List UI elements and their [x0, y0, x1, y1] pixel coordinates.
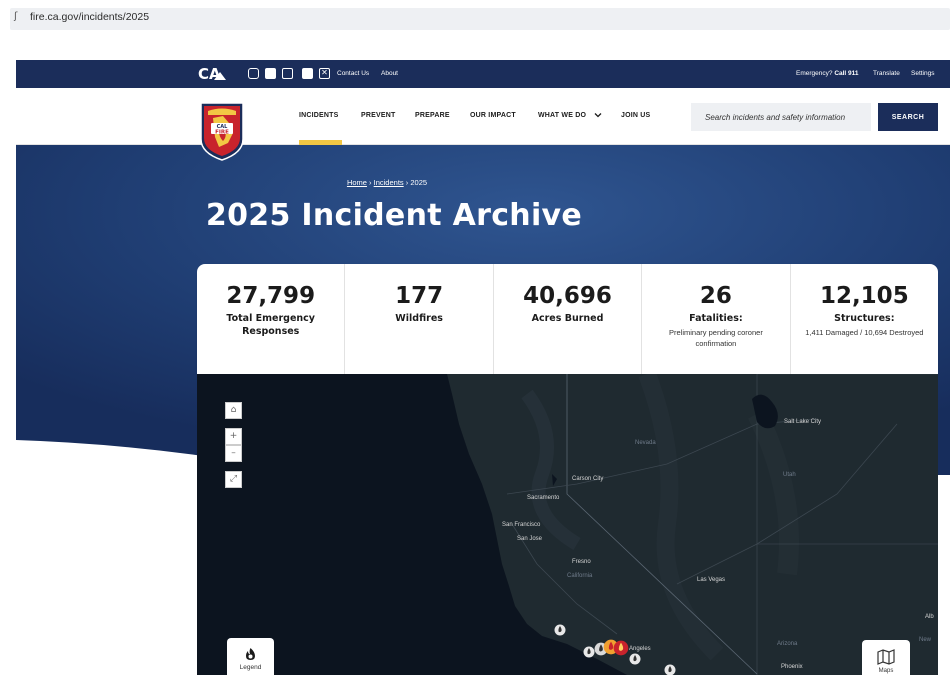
settings-link[interactable]: Settings: [911, 70, 935, 77]
page-title: 2025 Incident Archive: [205, 198, 583, 233]
map-label-angeles: Angeles: [629, 646, 651, 652]
incident-stats-card: 27,799 Total Emergency Responses 177 Wil…: [197, 264, 938, 374]
emergency-call-number: Call 911: [834, 70, 859, 77]
translate-link[interactable]: Translate: [873, 70, 900, 77]
stat-structures: 12,105 Structures: 1,411 Damaged / 10,69…: [791, 264, 938, 374]
instagram-icon[interactable]: [248, 68, 259, 79]
browser-url-bar: ʃ fire.ca.gov/incidents/2025: [0, 0, 950, 30]
map-label-phoenix: Phoenix: [781, 664, 803, 670]
fire-marker-icon[interactable]: [613, 640, 629, 656]
stat-label: Total Emergency Responses: [226, 313, 315, 337]
url-bar-glyph: ʃ: [14, 11, 18, 22]
stat-value: 27,799: [226, 283, 316, 309]
breadcrumb-separator: ›: [405, 178, 409, 187]
stat-label: Wildfires: [395, 313, 443, 324]
map-home-button[interactable]: ⌂: [225, 402, 242, 419]
about-link[interactable]: About: [381, 70, 398, 77]
stat-wildfires: 177 Wildfires: [345, 264, 494, 374]
map-label-fresno: Fresno: [572, 559, 591, 565]
legend-label: Legend: [239, 664, 262, 671]
cal-fire-badge-logo[interactable]: CAL FIRE: [199, 101, 245, 161]
map-label-sacramento: Sacramento: [527, 495, 560, 501]
fire-legend-icon: [246, 648, 255, 660]
nav-what-we-do[interactable]: WHAT WE DO: [538, 112, 586, 119]
map-label-california: California: [567, 573, 593, 579]
map-label-alb: Alb: [925, 614, 934, 620]
emergency-prefix: Emergency?: [796, 70, 833, 77]
stat-value: 177: [395, 283, 444, 309]
map-label-salt-lake-city: Salt Lake City: [784, 419, 822, 425]
breadcrumb-incidents[interactable]: Incidents: [374, 178, 404, 187]
map-label-new: New: [919, 637, 932, 643]
stat-label: Fatalities:: [689, 313, 743, 324]
stat-label: Acres Burned: [531, 313, 604, 324]
contact-us-link[interactable]: Contact Us: [337, 70, 369, 77]
nav-our-impact[interactable]: OUR IMPACT: [470, 112, 516, 119]
map-label-utah: Utah: [783, 472, 796, 478]
map-label-san-jose: San Jose: [517, 536, 543, 542]
stat-sublabel: 1,411 Damaged / 10,694 Destroyed: [805, 328, 924, 337]
search-button[interactable]: SEARCH: [878, 103, 938, 131]
map-icon: [877, 649, 895, 665]
breadcrumb-separator: ›: [369, 178, 372, 187]
badge-fire-text: FIRE: [215, 130, 229, 136]
nav-incidents[interactable]: INCIDENTS: [299, 112, 339, 119]
stat-sublabel: Preliminary pending coroner confirmation: [669, 328, 763, 348]
map-zoom-out-button[interactable]: –: [225, 445, 242, 462]
search-input[interactable]: [691, 103, 871, 131]
facebook-icon[interactable]: [265, 68, 276, 79]
breadcrumb: Home › Incidents › 2025: [0, 178, 950, 187]
legend-button[interactable]: Legend: [227, 638, 274, 678]
maps-button[interactable]: Maps: [862, 640, 910, 678]
nav-prepare[interactable]: PREPARE: [415, 112, 450, 119]
map-zoom-in-button[interactable]: +: [225, 428, 242, 445]
breadcrumb-home[interactable]: Home: [347, 178, 367, 187]
chevron-down-icon[interactable]: [594, 111, 602, 119]
map-fullscreen-button[interactable]: ⤢: [225, 471, 242, 488]
flickr-icon[interactable]: [302, 68, 313, 79]
fire-marker-icon[interactable]: [629, 653, 641, 665]
stat-fatalities: 26 Fatalities: Preliminary pending coron…: [642, 264, 791, 374]
ca-gov-logo-icon[interactable]: CA: [198, 64, 226, 84]
address-field[interactable]: ʃ fire.ca.gov/incidents/2025: [10, 8, 950, 30]
url-text[interactable]: fire.ca.gov/incidents/2025: [30, 11, 149, 23]
map-label-carson-city: Carson City: [572, 476, 604, 482]
fire-marker-icon[interactable]: [664, 664, 676, 675]
youtube-icon[interactable]: [282, 68, 293, 79]
stat-label: Structures:: [834, 313, 895, 324]
stat-acres-burned: 40,696 Acres Burned: [494, 264, 643, 374]
svg-text:CA: CA: [198, 65, 221, 83]
map-label-arizona: Arizona: [777, 641, 798, 647]
nav-join-us[interactable]: JOIN US: [621, 112, 650, 119]
incident-map[interactable]: Salt Lake City Nevada Carson City Utah S…: [197, 374, 938, 675]
x-twitter-icon[interactable]: ✕: [319, 68, 330, 79]
map-basemap: [197, 374, 938, 675]
maps-label: Maps: [878, 668, 894, 674]
map-label-las-vegas: Las Vegas: [697, 577, 726, 583]
map-label-nevada: Nevada: [635, 440, 656, 446]
stat-value: 12,105: [819, 283, 909, 309]
map-label-san-francisco: San Francisco: [502, 522, 541, 528]
stat-total-responses: 27,799 Total Emergency Responses: [197, 264, 346, 374]
breadcrumb-current: 2025: [410, 178, 428, 187]
stat-value: 26: [699, 283, 732, 309]
stat-value: 40,696: [523, 283, 612, 309]
nav-prevent[interactable]: PREVENT: [361, 112, 395, 119]
fire-marker-icon[interactable]: [554, 624, 566, 636]
emergency-call[interactable]: Emergency? Call 911: [796, 70, 859, 77]
